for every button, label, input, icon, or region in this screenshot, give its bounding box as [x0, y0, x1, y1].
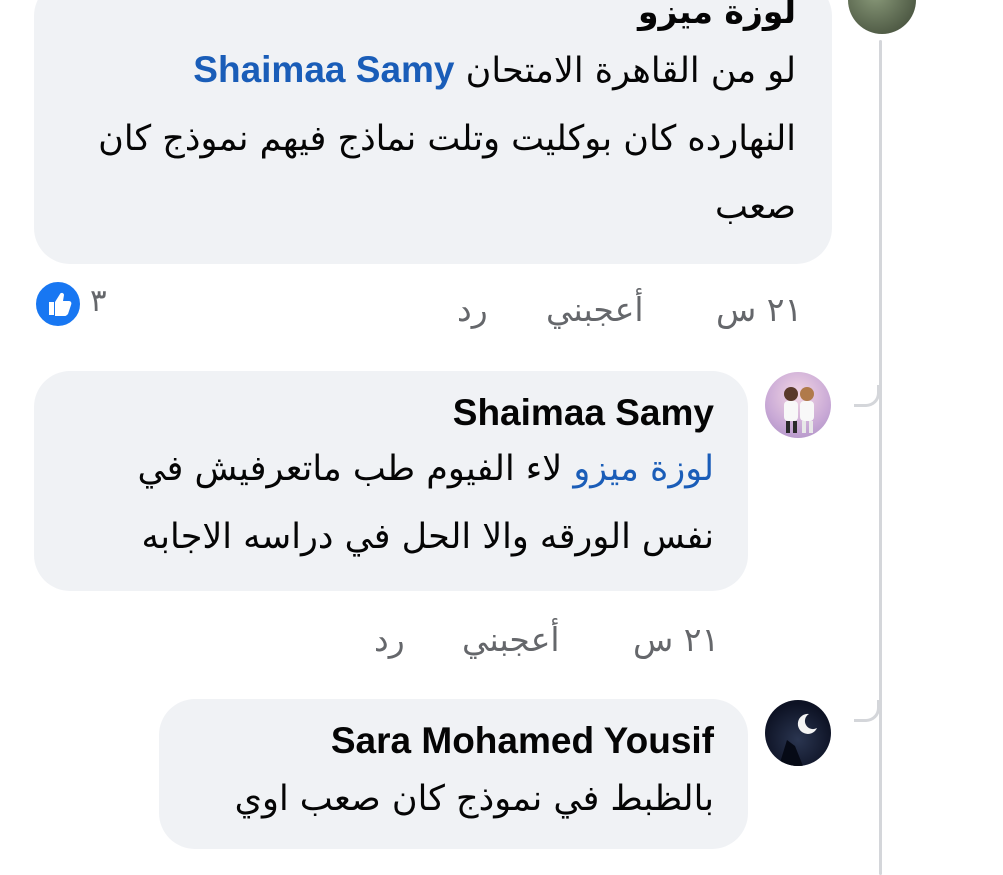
comment-author[interactable]: لوزة ميزو	[84, 0, 796, 32]
comment-text-line: لو من القاهرة الامتحان	[465, 51, 796, 91]
thread-connector	[854, 700, 880, 722]
comment-author[interactable]: Sara Mohamed Yousif	[199, 719, 714, 763]
thread-connector	[854, 385, 880, 407]
comment-text: لو من القاهرة الامتحان Shaimaa Samy النه…	[84, 36, 796, 241]
comment-text-line: لاء الفيوم طب ماتعرفيش في	[137, 449, 563, 489]
comment-time[interactable]: ٢١ س	[633, 620, 719, 659]
reaction-count[interactable]: ٣	[90, 283, 107, 319]
comment-bubble: Shaimaa Samy لوزة ميزو لاء الفيوم طب مات…	[34, 371, 748, 591]
mention-link[interactable]: لوزة ميزو	[573, 449, 714, 489]
comment-text-line: نفس الورقه والا الحل في دراسه الاجابه	[141, 517, 714, 557]
thread-line	[879, 40, 882, 875]
comment-author[interactable]: Shaimaa Samy	[74, 391, 714, 435]
like-button[interactable]: أعجبني	[462, 620, 560, 659]
like-button[interactable]: أعجبني	[546, 290, 644, 329]
comment-text: لوزة ميزو لاء الفيوم طب ماتعرفيش في نفس …	[74, 435, 715, 571]
comment-bubble: Sara Mohamed Yousif بالظبط في نموذج كان …	[159, 699, 748, 849]
comment-time[interactable]: ٢١ س	[716, 290, 802, 329]
comment-text-line: النهارده كان بوكليت وتلت نماذج فيهم نموذ…	[98, 119, 796, 227]
avatar[interactable]	[848, 0, 916, 34]
reply-button[interactable]: رد	[374, 620, 405, 659]
comment-bubble: لوزة ميزو لو من القاهرة الامتحان Shaimaa…	[34, 0, 832, 264]
thumbs-up-icon[interactable]	[33, 279, 83, 329]
reply-button[interactable]: رد	[457, 290, 488, 329]
mention-link[interactable]: Shaimaa Samy	[193, 49, 454, 90]
avatar[interactable]	[765, 700, 831, 766]
comment-text: بالظبط في نموذج كان صعب اوي	[234, 779, 714, 819]
avatar[interactable]	[765, 372, 831, 438]
